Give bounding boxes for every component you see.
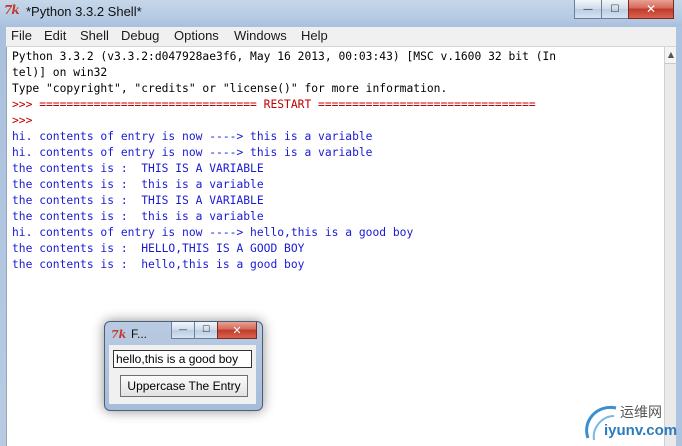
mini-window-controls: — ☐ ✕ [171,322,257,339]
shell-line: the contents is : THIS IS A VARIABLE [12,194,264,207]
shell-line: Python 3.3.2 (v3.3.2:d047928ae3f6, May 1… [12,50,557,63]
shell-line: the contents is : THIS IS A VARIABLE [12,162,264,175]
tk-feather-icon: 7k [4,3,20,17]
uppercase-app-window: 7k F... — ☐ ✕ hello,this is a good boy U… [104,321,263,411]
watermark-logo: 运维网 iyunv.com [578,398,682,444]
watermark-en: iyunv.com [604,422,678,439]
entry-field[interactable]: hello,this is a good boy [113,350,252,368]
mini-minimize-button[interactable]: — [171,322,195,339]
shell-window: 7k *Python 3.3.2 Shell* — ☐ ✕ File Edit … [0,0,682,446]
menu-edit[interactable]: Edit [44,28,66,43]
mini-window-client: hello,this is a good boy Uppercase The E… [109,345,256,404]
watermark-cn: 运维网 [620,405,662,421]
shell-line: tel)] on win32 [12,66,108,79]
shell-line: hi. contents of entry is now ----> this … [12,146,373,159]
shell-line: the contents is : this is a variable [12,178,264,191]
menu-help[interactable]: Help [301,28,328,43]
shell-line: the contents is : hello,this is a good b… [12,258,305,271]
window-title: *Python 3.3.2 Shell* [26,4,142,19]
shell-line: the contents is : HELLO,THIS IS A GOOD B… [12,242,305,255]
window-controls: — ☐ ✕ [574,0,674,20]
mini-maximize-button[interactable]: ☐ [194,322,218,339]
shell-line: Type "copyright", "credits" or "license(… [12,82,448,95]
uppercase-button[interactable]: Uppercase The Entry [120,375,248,397]
shell-line: the contents is : this is a variable [12,210,264,223]
mini-window-title: F... [131,327,148,341]
tk-feather-icon: 7k [111,328,127,341]
close-button[interactable]: ✕ [628,0,674,19]
shell-line: >>> [12,114,33,127]
window-border [676,26,682,446]
shell-line: hi. contents of entry is now ----> this … [12,130,373,143]
title-bar[interactable]: 7k *Python 3.3.2 Shell* — ☐ ✕ [0,0,682,26]
shell-line: >>> ================================ RES… [12,98,536,111]
menu-bar: File Edit Shell Debug Options Windows He… [6,27,676,47]
menu-file[interactable]: File [11,28,32,43]
menu-windows[interactable]: Windows [234,28,287,43]
minimize-button[interactable]: — [574,0,602,19]
menu-options[interactable]: Options [174,28,219,43]
mini-close-button[interactable]: ✕ [217,322,257,339]
maximize-button[interactable]: ☐ [601,0,629,19]
shell-line: hi. contents of entry is now ----> hello… [12,226,414,239]
menu-shell[interactable]: Shell [80,28,109,43]
menu-debug[interactable]: Debug [121,28,159,43]
